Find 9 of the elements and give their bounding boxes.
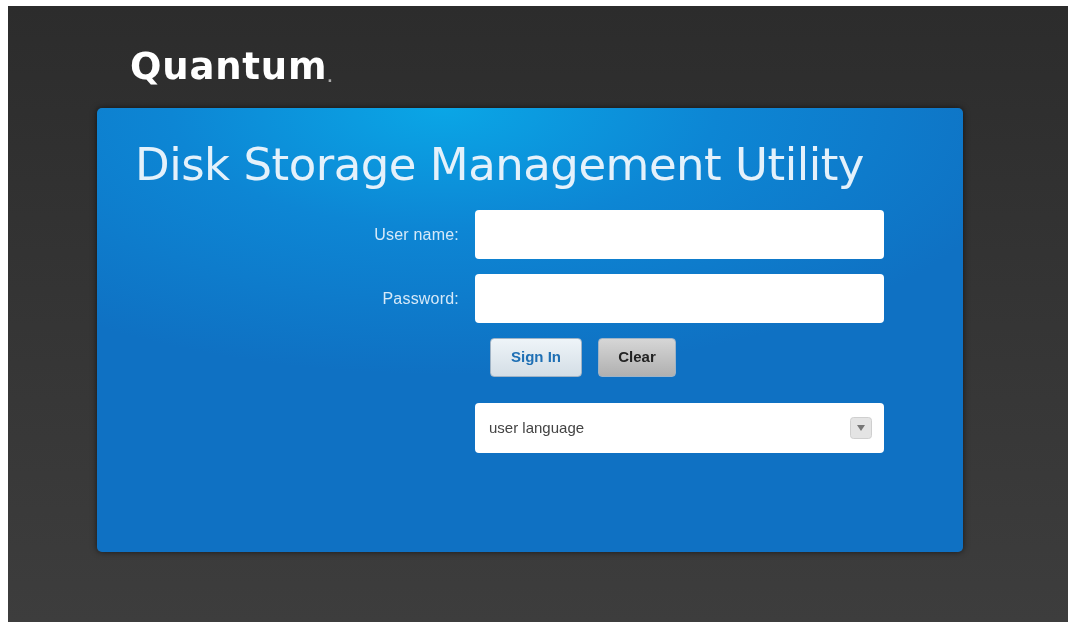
- clear-button[interactable]: Clear: [598, 338, 676, 377]
- quantum-logo: Quantum.: [130, 48, 334, 85]
- language-dropdown[interactable]: user language: [475, 403, 884, 453]
- field-label: Password:: [382, 288, 459, 309]
- input-field[interactable]: [475, 210, 884, 259]
- field-label: User name:: [374, 224, 459, 245]
- page-title: Disk Storage Management Utility: [135, 139, 864, 191]
- input-field[interactable]: [475, 274, 884, 323]
- sign-in-button[interactable]: Sign In: [490, 338, 582, 377]
